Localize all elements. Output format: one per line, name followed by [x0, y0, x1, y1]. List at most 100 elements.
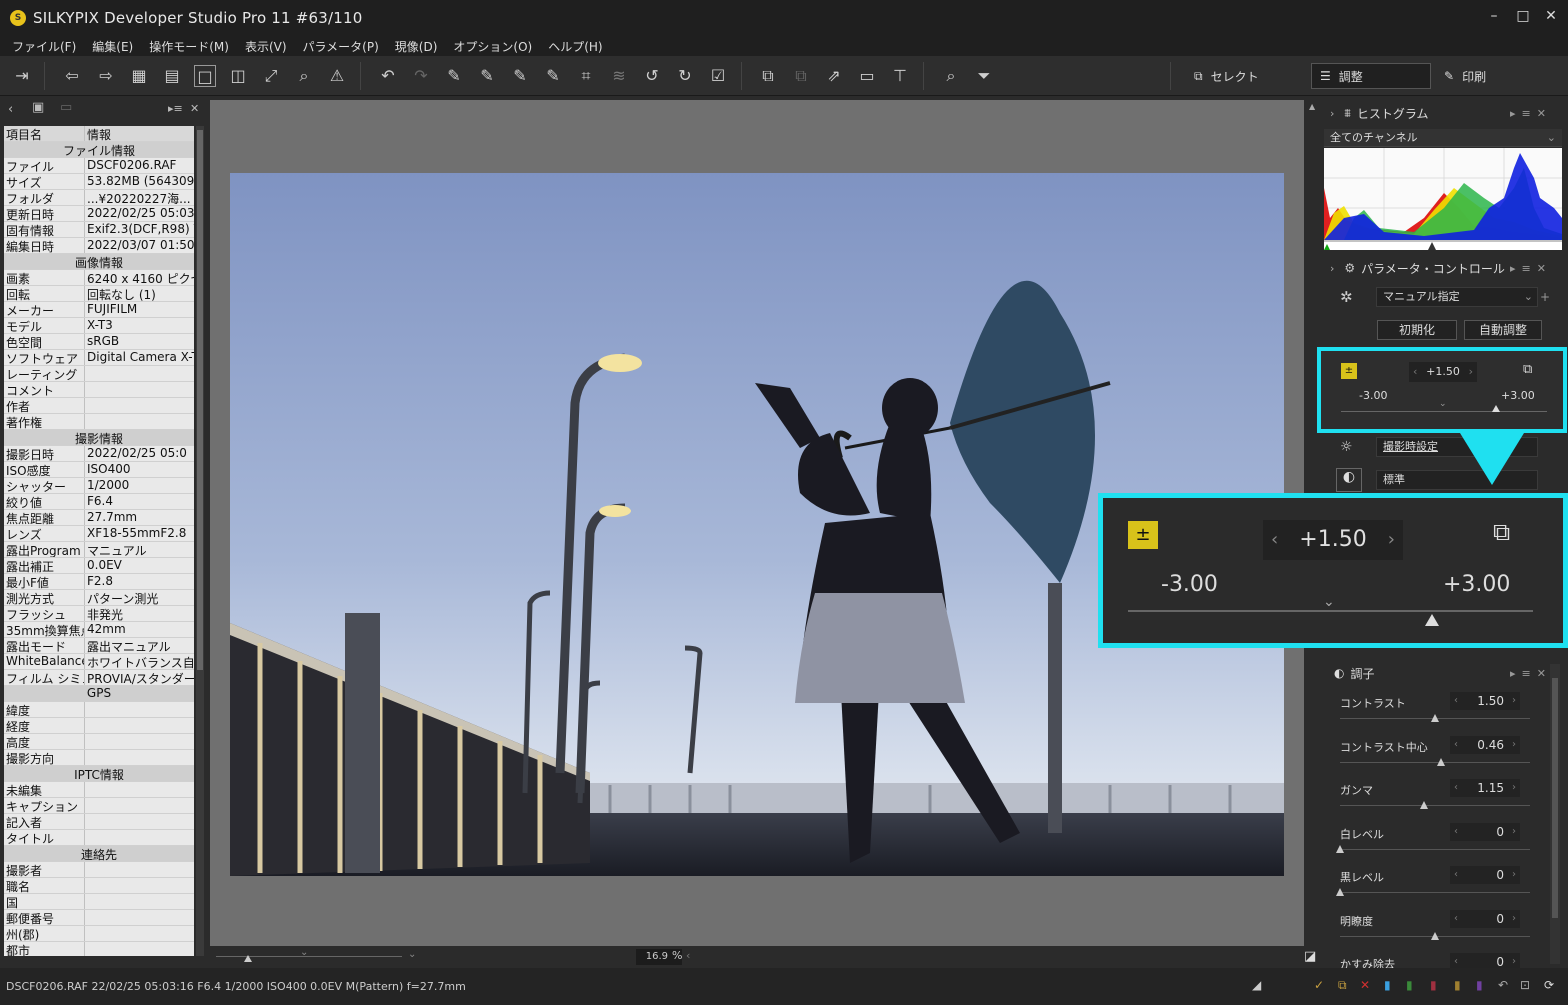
minimize-button[interactable]: –: [1484, 8, 1504, 24]
increment-icon[interactable]: ›: [1512, 823, 1516, 841]
viewer-h-knob[interactable]: [244, 955, 252, 962]
navigator-icon[interactable]: ◪: [1304, 949, 1316, 964]
tone-value-input[interactable]: ‹ 0 ›: [1450, 866, 1520, 884]
label-yellow-icon[interactable]: ▮: [1454, 978, 1461, 992]
auto-exposure-icon[interactable]: ⧉: [1493, 518, 1510, 546]
prev-image-icon[interactable]: ⇦: [61, 65, 83, 87]
label-blue-icon[interactable]: ▮: [1384, 978, 1391, 992]
maximize-button[interactable]: □: [1513, 8, 1533, 24]
tone-value-input[interactable]: ‹ 0 ›: [1450, 909, 1520, 928]
label-green-icon[interactable]: ▮: [1406, 978, 1413, 992]
warning-icon[interactable]: ⚠: [326, 65, 348, 87]
tone-slider-knob[interactable]: [1436, 757, 1445, 766]
increment-icon[interactable]: ›: [1512, 866, 1516, 884]
undo-icon[interactable]: ↶: [377, 65, 399, 87]
reset-button[interactable]: 初期化: [1377, 320, 1457, 340]
monitor-icon[interactable]: ▭: [856, 65, 878, 87]
crop-icon[interactable]: ⌗: [575, 65, 597, 87]
paste-params-icon[interactable]: ⧉: [790, 65, 812, 87]
tone-slider-track[interactable]: [1340, 761, 1530, 763]
exposure-knob-small[interactable]: [1491, 405, 1500, 412]
mode-adjust-button[interactable]: ☰ 調整: [1311, 63, 1431, 89]
undo-icon[interactable]: ↶: [1498, 978, 1508, 992]
zoom-icon[interactable]: ⌕: [293, 65, 315, 87]
tone-slider-knob[interactable]: [1336, 888, 1344, 896]
copy-icon[interactable]: ⧉: [1338, 978, 1347, 993]
menu-develop[interactable]: 現像(D): [387, 38, 446, 55]
tone-slider-track[interactable]: [1340, 892, 1530, 893]
check-icon[interactable]: ☑: [707, 65, 729, 87]
auto-adjust-button[interactable]: 自動調整: [1464, 320, 1542, 340]
panel-controls-icon[interactable]: ▸≡✕: [1510, 667, 1552, 680]
exposure-track-small[interactable]: [1341, 411, 1547, 412]
spot-wb-icon[interactable]: ✎: [443, 65, 465, 87]
decrement-icon[interactable]: ‹: [1454, 866, 1458, 884]
filter-icon[interactable]: ⏷: [973, 65, 995, 87]
filmstrip-view-icon[interactable]: ▤: [161, 65, 183, 87]
panel-controls-icon[interactable]: ▸≡✕: [1510, 262, 1552, 275]
collapse-left-icon[interactable]: ‹: [8, 102, 13, 117]
folder-tab-icon[interactable]: ▭: [60, 100, 72, 115]
channel-select[interactable]: 全てのチャンネル ⌄: [1324, 129, 1562, 147]
zoom-prev-icon[interactable]: ‹: [686, 949, 690, 962]
check-mark-icon[interactable]: ✓: [1314, 978, 1324, 992]
tone-slider-knob[interactable]: [1431, 714, 1439, 722]
tone-slider-knob[interactable]: [1336, 844, 1344, 853]
auto-exposure-icon[interactable]: ⧉: [1523, 362, 1532, 377]
panel-menu-icon[interactable]: ▸≡: [168, 102, 183, 115]
menu-view[interactable]: 表示(V): [237, 38, 295, 55]
tone-header[interactable]: ◐ 調子 ▸≡✕: [1322, 662, 1562, 684]
next-image-icon[interactable]: ⇨: [95, 65, 117, 87]
label-purple-icon[interactable]: ▮: [1476, 978, 1483, 992]
gear-icon[interactable]: ✲: [1340, 288, 1366, 306]
menu-parameter[interactable]: パラメータ(P): [295, 38, 387, 55]
tool-icon[interactable]: ⊤: [889, 65, 911, 87]
histogram-header[interactable]: › ⩩ ヒストグラム ▸≡✕: [1322, 102, 1562, 124]
param-control-header[interactable]: › ⚙ パラメータ・コントロール ▸≡✕: [1322, 257, 1562, 279]
rotate-left-icon[interactable]: ↺: [641, 65, 663, 87]
exposure-value-large[interactable]: ‹ +1.50 ›: [1263, 520, 1403, 560]
eyedropper-icon[interactable]: ✎: [476, 65, 498, 87]
collapse-icon[interactable]: ›: [1330, 262, 1334, 275]
close-button[interactable]: ✕: [1541, 8, 1561, 24]
add-icon[interactable]: +: [1540, 290, 1550, 304]
decrement-icon[interactable]: ‹: [1454, 823, 1458, 841]
fullscreen-icon[interactable]: ⤢: [260, 65, 282, 87]
reject-icon[interactable]: ✕: [1360, 978, 1370, 992]
decrement-icon[interactable]: ‹: [1454, 910, 1458, 928]
tone-value-input[interactable]: ‹ 1.15 ›: [1450, 779, 1520, 797]
brush-icon[interactable]: ✎: [509, 65, 531, 87]
mode-select-button[interactable]: ⧉ セレクト: [1186, 63, 1267, 89]
mode-print-button[interactable]: ✎ 印刷: [1436, 63, 1494, 89]
tone-value-input[interactable]: ‹ 0.46 ›: [1450, 735, 1520, 754]
edit-status-icon[interactable]: ◢: [1252, 978, 1261, 992]
collapse-icon[interactable]: ›: [1330, 107, 1334, 120]
menu-edit[interactable]: 編集(E): [84, 38, 141, 55]
stamp-icon[interactable]: ✎: [542, 65, 564, 87]
redo-icon[interactable]: ↷: [410, 65, 432, 87]
copy-params-icon[interactable]: ⧉: [757, 65, 779, 87]
sync-icon[interactable]: ⟳: [1544, 978, 1554, 992]
export-icon[interactable]: ⇥: [11, 65, 33, 87]
tone-scrollbar[interactable]: [1550, 664, 1560, 964]
decrement-icon[interactable]: ‹: [1454, 779, 1458, 797]
menu-help[interactable]: ヘルプ(H): [540, 38, 610, 55]
increment-icon[interactable]: ›: [1512, 779, 1516, 797]
compare-view-icon[interactable]: ◫: [227, 65, 249, 87]
zoom-dropdown-icon[interactable]: ⌄: [408, 949, 416, 960]
tone-slider-knob[interactable]: [1419, 801, 1428, 809]
exposure-track-large[interactable]: [1128, 610, 1533, 612]
rotate-right-icon[interactable]: ↻: [674, 65, 696, 87]
comment-tab-icon[interactable]: ▣: [32, 100, 44, 115]
search-person-icon[interactable]: ⌕: [940, 65, 962, 87]
grid-view-icon[interactable]: ▦: [128, 65, 150, 87]
panel-controls-icon[interactable]: ▸≡✕: [1510, 107, 1552, 120]
lock-icon[interactable]: ⊡: [1520, 978, 1530, 992]
increment-icon[interactable]: ›: [1512, 692, 1516, 710]
label-red-icon[interactable]: ▮: [1430, 978, 1437, 992]
single-view-icon[interactable]: □: [194, 65, 216, 87]
decrement-icon[interactable]: ‹: [1454, 692, 1458, 710]
increment-icon[interactable]: ›: [1512, 910, 1516, 928]
preset-select[interactable]: マニュアル指定 ⌄: [1376, 287, 1538, 307]
decrement-icon[interactable]: ‹: [1454, 736, 1458, 754]
